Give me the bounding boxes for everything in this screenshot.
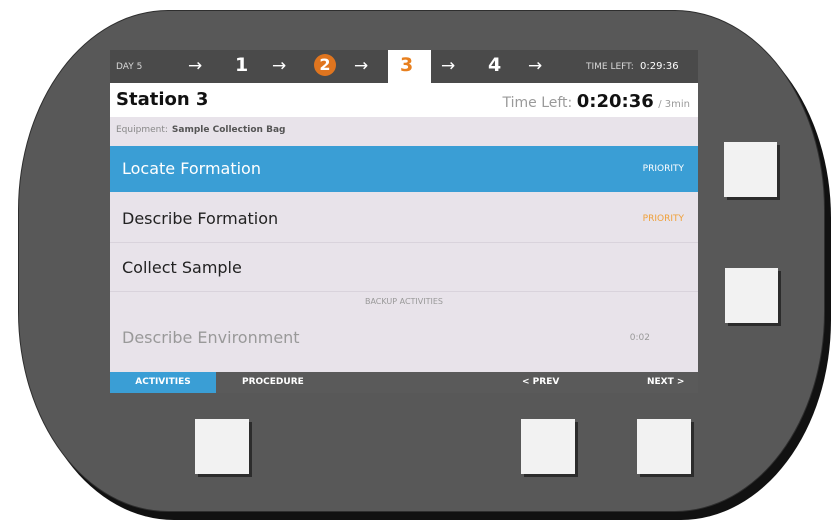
arrow-icon: → (188, 56, 203, 76)
hardware-button-right-middle[interactable] (725, 268, 778, 323)
next-button[interactable]: NEXT > (647, 372, 684, 393)
priority-badge: PRIORITY (642, 214, 684, 224)
hardware-button-bottom-left[interactable] (195, 419, 249, 474)
equipment-label: Equipment: (116, 125, 168, 135)
step-1[interactable]: 1 (235, 54, 248, 76)
tab-procedure[interactable]: PROCEDURE (242, 372, 304, 393)
activity-label: Locate Formation (122, 159, 261, 178)
tab-activities[interactable]: ACTIVITIES (110, 372, 216, 393)
duration-label: 0:02 (629, 333, 650, 343)
station-time-left-value: 0:20:36 (576, 91, 654, 112)
activity-row-describe-formation[interactable]: Describe Formation PRIORITY (110, 196, 698, 243)
station-time-left-label: Time Left: (502, 95, 573, 111)
step-3-current[interactable]: 3 (400, 54, 413, 76)
page-title: Station 3 (116, 89, 209, 110)
bottom-nav-bar: ACTIVITIES PROCEDURE < PREV NEXT > (110, 372, 698, 393)
hardware-button-bottom-middle[interactable] (521, 419, 575, 474)
prev-button[interactable]: < PREV (522, 372, 559, 393)
activity-row-locate-formation[interactable]: Locate Formation PRIORITY (110, 146, 698, 192)
equipment-value: Sample Collection Bag (171, 125, 286, 135)
hardware-button-bottom-right[interactable] (637, 419, 691, 474)
day-indicator: DAY 5 (116, 62, 143, 72)
activity-label: Describe Environment (122, 328, 300, 347)
backup-row-describe-environment[interactable]: Describe Environment 0:02 (110, 315, 698, 361)
station-header: Station 3 Time Left: 0:20:36 / 3min (110, 83, 698, 117)
arrow-icon: → (354, 56, 369, 76)
activity-label: Collect Sample (122, 258, 242, 277)
device-screen: DAY 5 → 1 → 2 → 3 → 4 → TIME LEFT: 0:29:… (110, 50, 698, 393)
priority-badge: PRIORITY (642, 164, 684, 174)
step-2-active[interactable]: 2 (314, 54, 336, 76)
step-progress-bar: DAY 5 → 1 → 2 → 3 → 4 → TIME LEFT: 0:29:… (110, 50, 698, 83)
total-time-left-value: 0:29:36 (640, 61, 679, 72)
arrow-icon: → (441, 56, 456, 76)
step-4[interactable]: 4 (488, 54, 501, 76)
hardware-button-right-top[interactable] (724, 142, 777, 197)
equipment-line: Equipment: Sample Collection Bag (116, 125, 285, 135)
activity-row-collect-sample[interactable]: Collect Sample (110, 245, 698, 292)
activity-label: Describe Formation (122, 209, 279, 228)
backup-activities-heading: BACKUP ACTIVITIES (364, 297, 444, 306)
station-time-left-suffix: / 3min (658, 99, 690, 110)
station-time-left: Time Left: 0:20:36 / 3min (503, 91, 691, 112)
arrow-icon: → (528, 56, 543, 76)
arrow-icon: → (272, 56, 287, 76)
total-time-left-label: TIME LEFT: (586, 62, 634, 72)
